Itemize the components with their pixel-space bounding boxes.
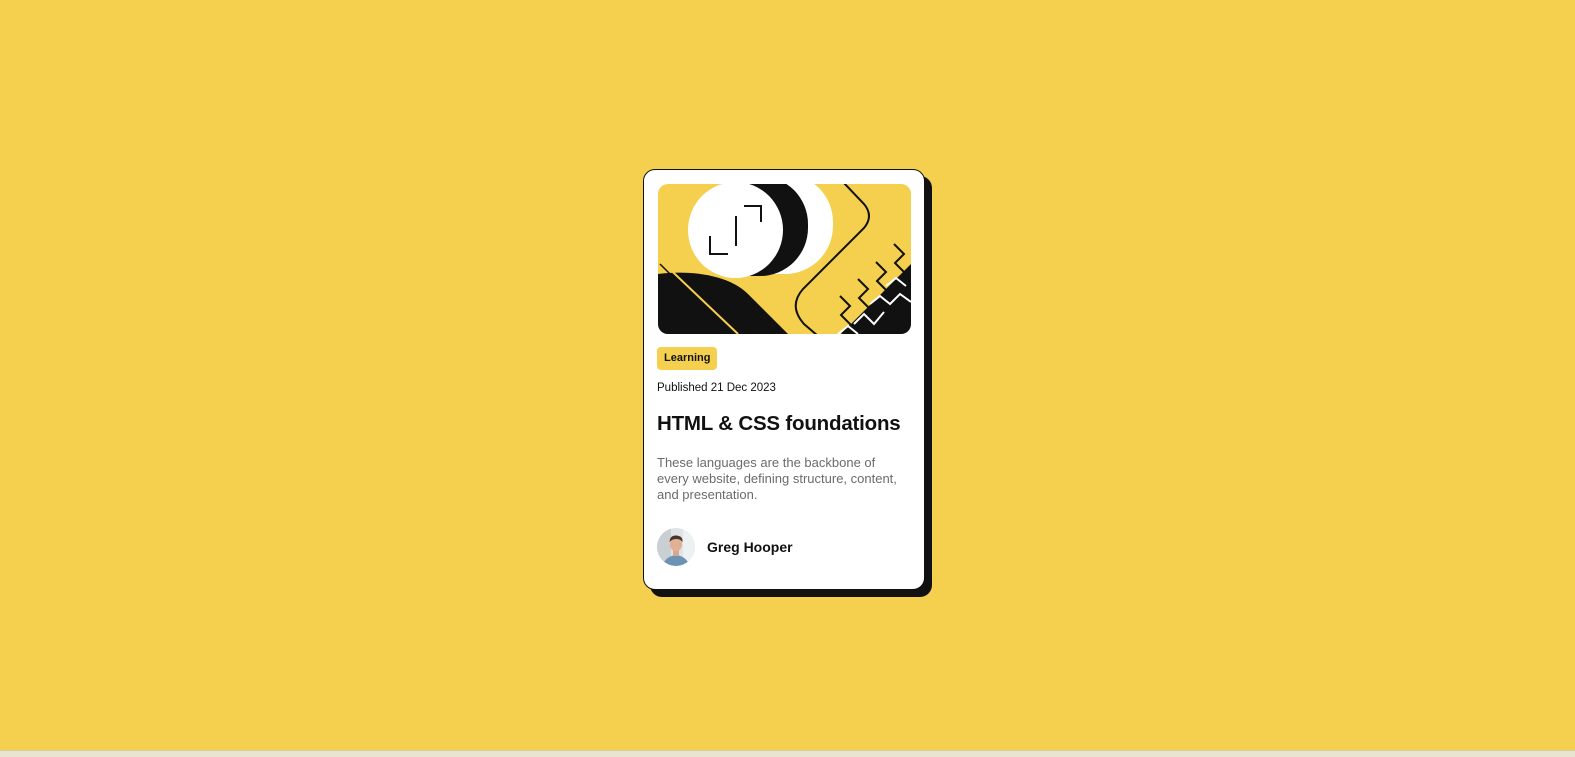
blog-preview-card: Learning Published 21 Dec 2023 HTML & CS… bbox=[643, 169, 925, 590]
card-title[interactable]: HTML & CSS foundations bbox=[657, 410, 901, 438]
bottom-strip bbox=[0, 750, 1575, 757]
category-tag: Learning bbox=[657, 347, 718, 370]
card-description: These languages are the backbone of ever… bbox=[657, 455, 897, 502]
author-avatar bbox=[657, 528, 695, 566]
abstract-geometric-illustration bbox=[658, 184, 911, 334]
author-name: Greg Hooper bbox=[707, 539, 793, 555]
author: Greg Hooper bbox=[657, 528, 793, 566]
published-date: Published 21 Dec 2023 bbox=[657, 382, 776, 394]
